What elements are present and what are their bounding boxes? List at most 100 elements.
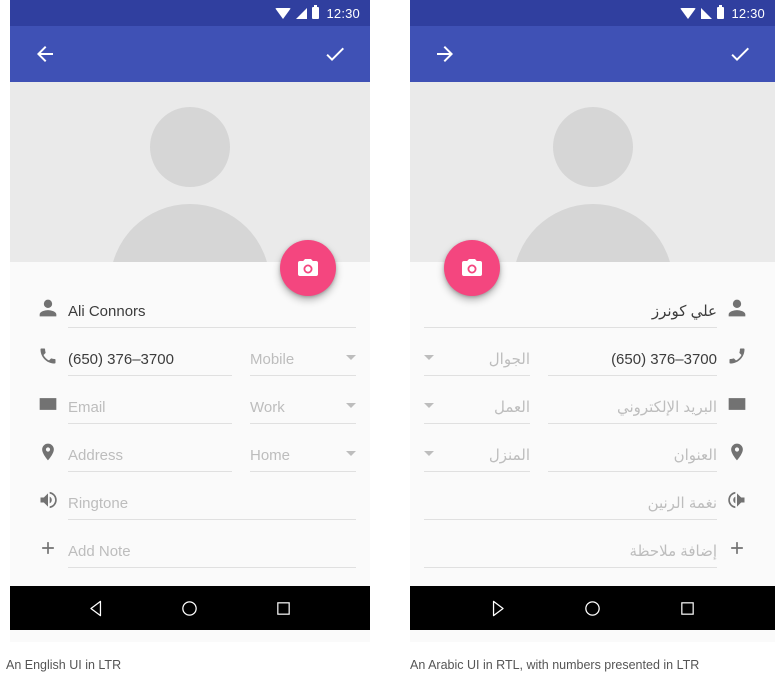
email-type-dropdown[interactable]: Work: [250, 398, 356, 424]
address-type-dropdown[interactable]: المنزل: [424, 446, 530, 472]
email-icon: [717, 394, 757, 424]
signal-icon: [296, 7, 308, 19]
email-input[interactable]: البريد الإلكتروني: [548, 398, 717, 424]
form-row-ringtone: نغمة الرنين: [410, 472, 775, 520]
form-row-address: العنوان المنزل: [410, 424, 775, 472]
email-icon: [28, 394, 68, 424]
signal-icon: [701, 7, 713, 19]
chevron-down-icon: [346, 451, 356, 456]
plus-icon: [28, 538, 68, 568]
phone-icon: [28, 346, 68, 376]
phone-type-dropdown[interactable]: الجوال: [424, 350, 530, 376]
note-value: Add Note: [68, 543, 131, 560]
form-row-email: البريد الإلكتروني العمل: [410, 376, 775, 424]
forward-arrow-icon[interactable]: [430, 39, 460, 69]
ringtone-value: Ringtone: [68, 495, 129, 512]
phone-input[interactable]: (650) 376–3700: [548, 350, 717, 376]
phone-value: (650) 376–3700: [611, 351, 717, 368]
phone-icon: [717, 346, 757, 376]
name-value: علي كونرز: [651, 303, 717, 320]
rtl-nav-bar: [410, 586, 775, 630]
location-pin-icon: [717, 442, 757, 472]
avatar-body: [110, 204, 270, 262]
email-value: البريد الإلكتروني: [616, 399, 717, 416]
ltr-phone-panel: 12:30 Ali Connors (650) 376–3700 Mobile …: [10, 0, 370, 642]
address-input[interactable]: Address: [68, 446, 232, 472]
address-type-label: Home: [250, 447, 291, 464]
check-icon[interactable]: [725, 39, 755, 69]
ringtone-value: نغمة الرنين: [647, 495, 717, 512]
phone-type-label: الجوال: [488, 351, 530, 368]
chevron-down-icon: [424, 355, 434, 360]
recents-square-icon[interactable]: [675, 595, 701, 621]
phone-type-dropdown[interactable]: Mobile: [250, 350, 356, 376]
ltr-app-bar: [10, 26, 370, 82]
volume-icon: [28, 490, 68, 520]
form-row-note: Add Note: [10, 520, 370, 568]
location-pin-icon: [28, 442, 68, 472]
ltr-contact-form: Ali Connors (650) 376–3700 Mobile Email …: [10, 262, 370, 586]
recents-square-icon[interactable]: [270, 595, 296, 621]
phone-input[interactable]: (650) 376–3700: [68, 350, 232, 376]
name-input[interactable]: علي كونرز: [424, 302, 717, 328]
wifi-icon: [275, 7, 292, 19]
ltr-caption: An English UI in LTR: [6, 658, 122, 672]
address-type-dropdown[interactable]: Home: [250, 446, 356, 472]
camera-icon: [462, 259, 482, 276]
home-circle-icon[interactable]: [580, 595, 606, 621]
wifi-icon: [680, 7, 697, 19]
rtl-phone-panel: 12:30 علي كونرز (650) 376–3700 الجوال ال…: [410, 0, 775, 642]
ltr-status-bar: 12:30: [10, 0, 370, 26]
status-icon-group: [275, 5, 320, 19]
chevron-down-icon: [346, 355, 356, 360]
avatar-head: [150, 107, 230, 187]
chevron-down-icon: [424, 403, 434, 408]
email-type-dropdown[interactable]: العمل: [424, 398, 530, 424]
check-icon[interactable]: [320, 39, 350, 69]
name-input[interactable]: Ali Connors: [68, 302, 356, 328]
rtl-status-bar: 12:30: [410, 0, 775, 26]
email-type-label: Work: [250, 399, 285, 416]
back-arrow-icon[interactable]: [30, 39, 60, 69]
phone-value: (650) 376–3700: [68, 351, 174, 368]
form-row-phone: (650) 376–3700 الجوال: [410, 328, 775, 376]
camera-icon: [298, 259, 318, 276]
form-row-email: Email Work: [10, 376, 370, 424]
form-row-note: إضافة ملاحظة: [410, 520, 775, 568]
note-input[interactable]: إضافة ملاحظة: [424, 542, 717, 568]
note-value: إضافة ملاحظة: [629, 543, 717, 560]
back-triangle-icon[interactable]: [485, 595, 511, 621]
email-value: Email: [68, 399, 106, 416]
rtl-contact-form: علي كونرز (650) 376–3700 الجوال البريد ا…: [410, 262, 775, 586]
status-time: 12:30: [326, 5, 360, 21]
form-row-address: Address Home: [10, 424, 370, 472]
note-input[interactable]: Add Note: [68, 542, 356, 568]
plus-icon: [717, 538, 757, 568]
avatar-body: [512, 204, 673, 262]
email-input[interactable]: Email: [68, 398, 232, 424]
person-icon: [717, 298, 757, 328]
name-value: Ali Connors: [68, 303, 146, 320]
battery-icon: [717, 5, 725, 19]
ringtone-input[interactable]: نغمة الرنين: [424, 494, 717, 520]
person-icon: [28, 298, 68, 328]
camera-fab-button[interactable]: [280, 240, 336, 296]
form-row-phone: (650) 376–3700 Mobile: [10, 328, 370, 376]
phone-type-label: Mobile: [250, 351, 295, 368]
back-triangle-icon[interactable]: [84, 595, 110, 621]
rtl-caption: An Arabic UI in RTL, with numbers presen…: [410, 658, 700, 672]
address-input[interactable]: العنوان: [548, 446, 717, 472]
comparison-page: 12:30 Ali Connors (650) 376–3700 Mobile …: [0, 0, 775, 692]
camera-fab-button[interactable]: [444, 240, 500, 296]
ltr-nav-bar: [10, 586, 370, 630]
status-icon-group: [680, 5, 725, 19]
ltr-avatar-hero: [10, 82, 370, 262]
battery-icon: [312, 5, 320, 19]
avatar-head: [552, 107, 633, 187]
chevron-down-icon: [424, 451, 434, 456]
address-value: العنوان: [673, 447, 717, 464]
home-circle-icon[interactable]: [177, 595, 203, 621]
volume-icon: [717, 490, 757, 520]
rtl-app-bar: [410, 26, 775, 82]
ringtone-input[interactable]: Ringtone: [68, 494, 356, 520]
